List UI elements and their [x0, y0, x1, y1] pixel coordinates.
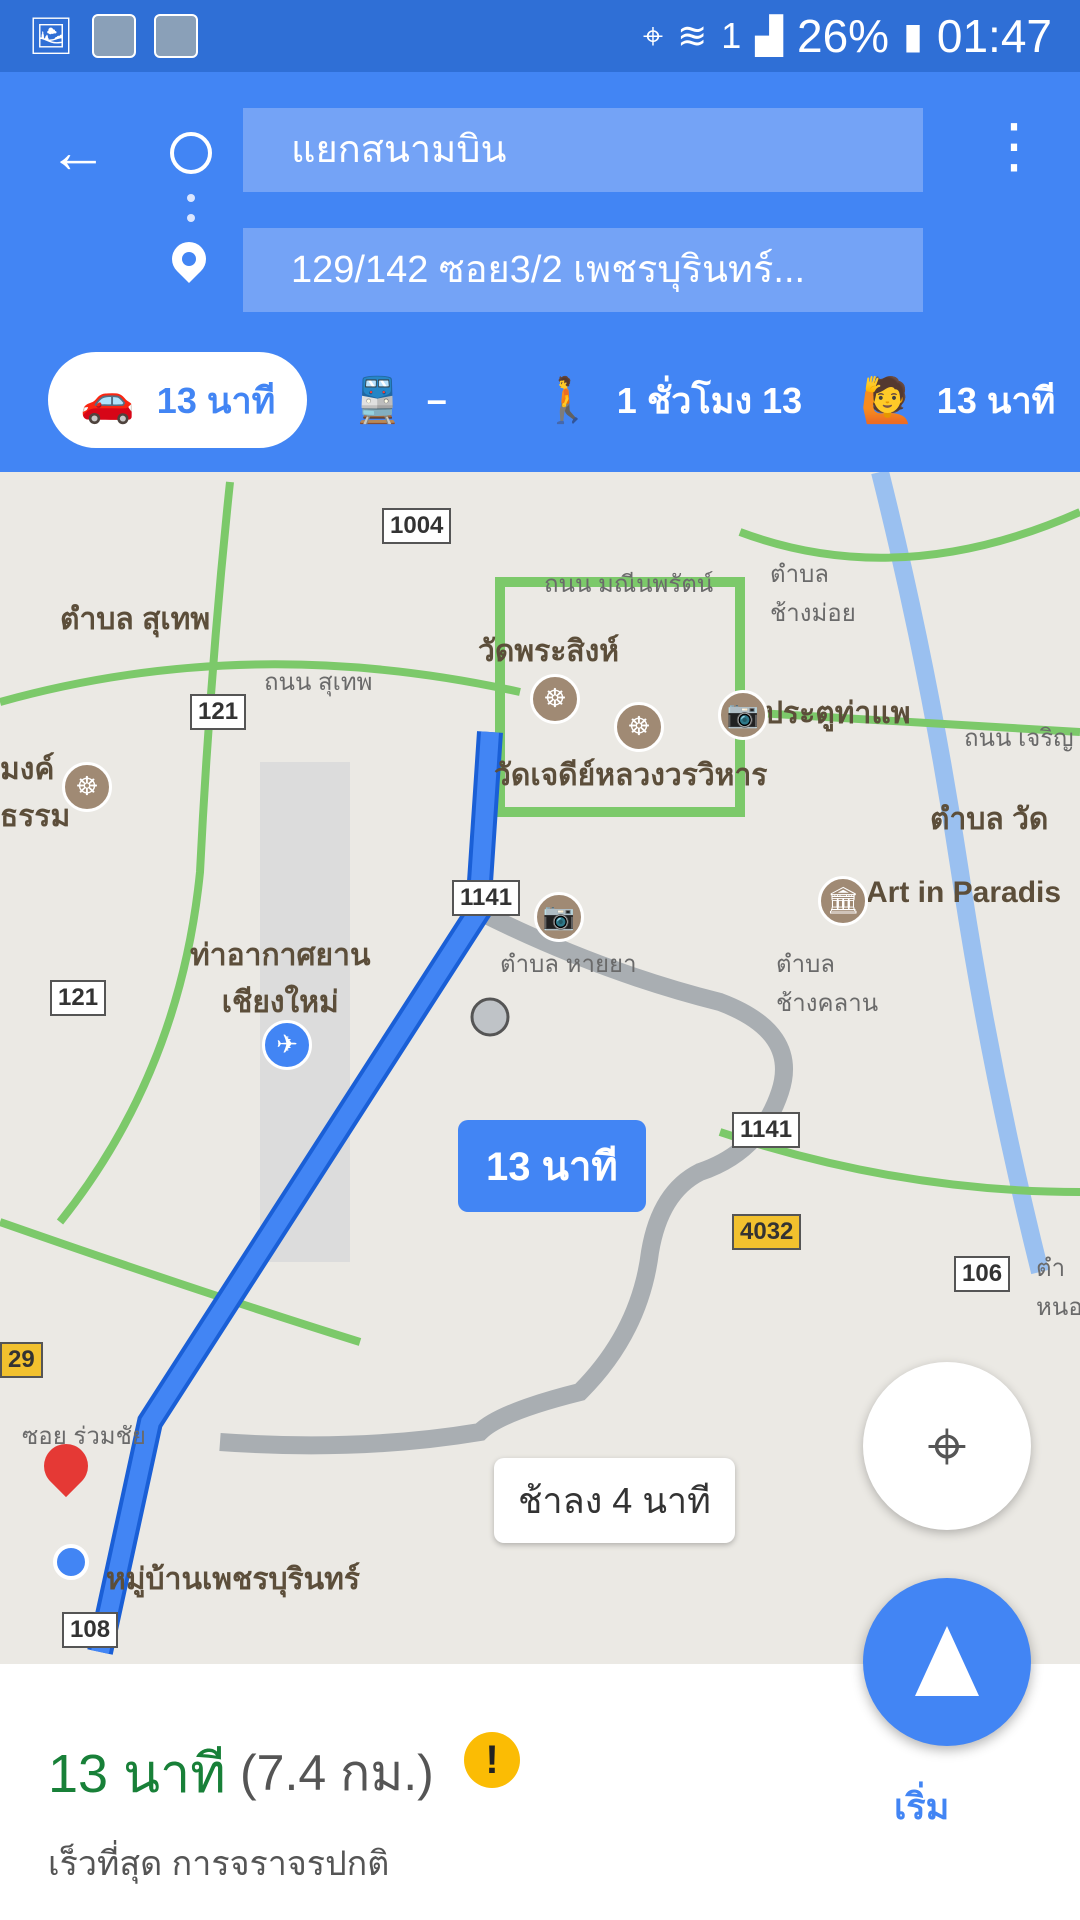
- connector-dot-icon: [187, 194, 195, 202]
- map-label: ตำ หนอ: [1036, 1255, 1080, 1321]
- wifi-icon: ≋: [677, 15, 708, 56]
- road-shield: 1141: [452, 880, 521, 916]
- map-label: ตำบล ช้างคลาน: [776, 951, 879, 1017]
- map-label: ตำบล หายยา: [500, 951, 637, 978]
- map-label: ตำบล ช้างม่อย: [770, 561, 856, 627]
- mode-ride[interactable]: 🙋 13 นาที: [860, 352, 1055, 448]
- status-notifications: 🖼: [28, 14, 198, 58]
- road-shield: 121: [50, 980, 107, 1016]
- alt-route-bubble[interactable]: ช้าลง 4 นาที: [494, 1458, 735, 1543]
- road-shield: 108: [62, 1612, 119, 1648]
- map-label: มงค์ ธรรม: [0, 753, 71, 833]
- temple-icon[interactable]: ☸: [530, 674, 580, 724]
- signal-icon: ▟: [755, 15, 783, 56]
- gallery-icon: 🖼: [28, 15, 74, 56]
- navigation-arrow-icon: [915, 1626, 979, 1696]
- origin-field[interactable]: แยกสนามบิน: [243, 108, 923, 192]
- status-indicators: ⌖ ≋ 1 ▟ 26% ▮ 01:47: [643, 10, 1052, 62]
- clock: 01:47: [936, 10, 1052, 62]
- road-shield: 29: [0, 1342, 43, 1378]
- map-label: ถนน สุเทพ: [264, 669, 373, 696]
- app-notification-icon: [153, 14, 198, 58]
- destination-field[interactable]: 129/142 ซอย3/2 เพชรบุรินทร์...: [243, 228, 923, 312]
- mode-transit[interactable]: 🚆 –: [350, 352, 447, 448]
- route-note: เร็วที่สุด การจราจรปกติ: [48, 1845, 390, 1883]
- camera-icon[interactable]: 📷: [534, 892, 584, 942]
- camera-icon[interactable]: 📷: [718, 690, 768, 740]
- mode-drive[interactable]: 🚗 13 นาที: [48, 352, 308, 448]
- crosshair-icon: ⌖: [927, 1407, 967, 1485]
- walk-icon: 🚶: [540, 376, 595, 425]
- mode-walk-label: 1 ชั่วโมง 13: [616, 379, 803, 421]
- mode-walk[interactable]: 🚶 1 ชั่วโมง 13: [540, 352, 802, 448]
- origin-dot: [53, 1544, 89, 1580]
- road-shield: 106: [954, 1256, 1011, 1292]
- map-label: ตำบล สุเทพ: [60, 603, 211, 636]
- more-options-icon[interactable]: ⋮: [984, 116, 1044, 176]
- map-label: ถนน มณีนพรัตน์: [544, 571, 714, 598]
- map-label: วัดเจดีย์หลวงวรวิหาร: [494, 759, 768, 792]
- map-label: ท่าอากาศยาน เชียงใหม่: [190, 939, 371, 1019]
- connector-dot-icon: [187, 214, 195, 222]
- museum-icon[interactable]: 🏛: [818, 876, 868, 926]
- temple-icon[interactable]: ☸: [62, 762, 112, 812]
- road-shield: 121: [190, 694, 247, 730]
- map-label: หมู่บ้านเพชรบุรินทร์: [106, 1563, 361, 1596]
- map-label: ตำบล วัด: [930, 803, 1049, 836]
- my-location-button[interactable]: ⌖: [863, 1362, 1031, 1530]
- eta-text: 13 นาที: [48, 1744, 226, 1804]
- back-arrow-icon[interactable]: ←: [48, 122, 108, 182]
- travel-mode-tabs: 🚗 13 นาที 🚆 – 🚶 1 ชั่วโมง 13 🙋 13 นาที: [0, 342, 1080, 448]
- ride-hail-icon: 🙋: [860, 376, 915, 425]
- temple-icon[interactable]: ☸: [614, 702, 664, 752]
- battery-percent: 26%: [796, 10, 890, 62]
- origin-circle-icon: [170, 132, 212, 174]
- directions-header: ← แยกสนามบิน 129/142 ซอย3/2 เพชรบุรินทร์…: [0, 72, 1080, 472]
- app-notification-icon: [91, 14, 136, 58]
- mode-ride-label: 13 นาที: [936, 379, 1056, 421]
- car-icon: 🚗: [80, 376, 135, 425]
- map-label: ถนน เจริญ: [964, 725, 1074, 752]
- map-label: ประตูท่าแพ: [764, 697, 911, 730]
- warning-icon[interactable]: !: [464, 1732, 520, 1788]
- distance-text: (7.4 กม.): [240, 1745, 434, 1801]
- map-label: ซอย ร่วมชัย: [22, 1423, 146, 1450]
- road-shield: 1004: [382, 508, 452, 544]
- sim-icon: 1: [721, 15, 742, 56]
- waypoint-marker: [470, 997, 510, 1037]
- location-icon: ⌖: [642, 15, 664, 56]
- mode-drive-label: 13 นาที: [156, 379, 276, 421]
- start-navigation-button[interactable]: [863, 1578, 1031, 1746]
- battery-icon: ▮: [903, 15, 923, 56]
- map-label: วัดพระสิงห์: [478, 635, 620, 668]
- map-label: Art in Paradis: [866, 876, 1062, 909]
- road-shield: 4032: [732, 1214, 802, 1250]
- start-label[interactable]: เริ่ม: [894, 1778, 949, 1835]
- mode-transit-label: –: [426, 379, 447, 420]
- train-icon: 🚆: [350, 376, 405, 425]
- route-time-bubble[interactable]: 13 นาที: [458, 1120, 646, 1212]
- destination-pin-icon: [164, 234, 214, 284]
- airport-icon[interactable]: ✈: [262, 1020, 312, 1070]
- road-shield: 1141: [732, 1112, 801, 1148]
- status-bar: 🖼 ⌖ ≋ 1 ▟ 26% ▮ 01:47: [0, 0, 1080, 72]
